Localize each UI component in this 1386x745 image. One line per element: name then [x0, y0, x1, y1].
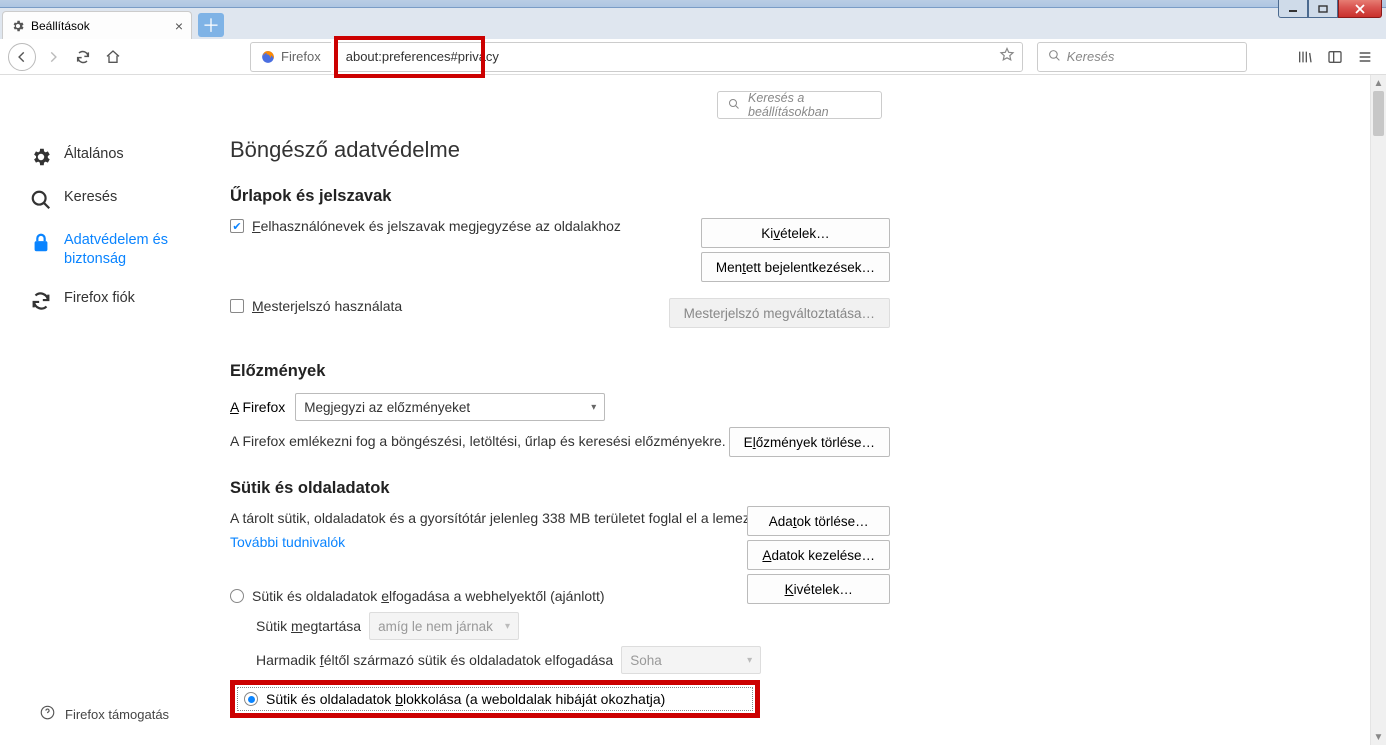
tab-close-icon[interactable]: ×	[175, 18, 183, 34]
page-title: Böngésző adatvédelme	[230, 137, 890, 163]
checkbox-checked-icon: ✔	[230, 219, 244, 233]
gear-icon	[30, 146, 52, 168]
gear-icon	[11, 19, 25, 33]
section-heading-cookies: Sütik és oldaladatok	[230, 479, 890, 498]
block-cookies-label: Sütik és oldaladatok blokkolása (a webol…	[266, 691, 665, 707]
url-text: about:preferences#privacy	[346, 49, 499, 64]
tab-preferences[interactable]: Beállítások ×	[2, 11, 192, 39]
scroll-down-icon[interactable]: ▼	[1371, 729, 1386, 745]
nav-toolbar: Firefox about:preferences#privacy Keresé…	[0, 39, 1386, 75]
sidebar-item-privacy[interactable]: Adatvédelem és biztonság	[30, 221, 220, 279]
chevron-down-icon: ▾	[591, 402, 596, 413]
cookies-exceptions-button[interactable]: Kivételek…	[747, 574, 890, 604]
manage-data-button[interactable]: Adatok kezelése…	[747, 540, 890, 570]
content-area: Általános Keresés Adatvédelem és biztons…	[0, 75, 1386, 745]
forward-button[interactable]	[40, 44, 66, 70]
clear-data-button[interactable]: Adatok törlése…	[747, 506, 890, 536]
tab-strip: Beállítások × ＋	[0, 8, 1386, 39]
sidebar-item-label: Keresés	[64, 188, 117, 207]
accept-cookies-label: Sütik és oldaladatok elfogadása a webhel…	[252, 588, 605, 604]
remember-logins-label: Felhasználónevek és jelszavak megjegyzés…	[252, 218, 621, 234]
third-party-value: Soha	[630, 653, 662, 668]
support-label: Firefox támogatás	[65, 707, 169, 722]
chevron-down-icon: ▾	[505, 621, 510, 632]
reload-button[interactable]	[70, 44, 96, 70]
window-maximize-button[interactable]	[1308, 0, 1338, 18]
search-bar[interactable]: Keresés	[1037, 42, 1247, 72]
master-password-label: Mesterjelszó használata	[252, 298, 402, 314]
tab-label: Beállítások	[31, 19, 169, 33]
new-tab-button[interactable]: ＋	[198, 13, 224, 37]
chevron-down-icon: ▾	[747, 655, 752, 666]
home-button[interactable]	[100, 44, 126, 70]
keep-cookies-label: Sütik megtartása	[256, 618, 361, 634]
keep-cookies-value: amíg le nem járnak	[378, 619, 493, 634]
sidebar-item-general[interactable]: Általános	[30, 135, 220, 178]
scrollbar-thumb[interactable]	[1373, 91, 1384, 136]
firefox-icon	[261, 50, 275, 64]
sidebar-toggle-button[interactable]	[1322, 44, 1348, 70]
sidebar-item-label: Firefox fiók	[64, 289, 135, 308]
change-master-password-button: Mesterjelszó megváltoztatása…	[669, 298, 890, 328]
section-heading-history: Előzmények	[230, 362, 890, 381]
page-scrollbar[interactable]: ▲ ▼	[1370, 75, 1386, 745]
window-titlebar	[0, 0, 1386, 8]
lock-icon	[30, 232, 52, 254]
library-button[interactable]	[1292, 44, 1318, 70]
checkbox-unchecked-icon	[230, 299, 244, 313]
history-prefix: A Firefox	[230, 399, 285, 415]
support-link[interactable]: Firefox támogatás	[40, 705, 169, 723]
identity-box[interactable]: Firefox	[250, 42, 331, 72]
identity-label: Firefox	[281, 49, 321, 64]
sidebar-item-label: Általános	[64, 145, 124, 164]
third-party-select: Soha ▾	[621, 646, 761, 674]
search-icon	[728, 98, 740, 113]
keep-cookies-select: amíg le nem járnak ▾	[369, 612, 519, 640]
history-mode-value: Megjegyzi az előzményeket	[304, 400, 470, 415]
preferences-sidebar: Általános Keresés Adatvédelem és biztons…	[0, 75, 220, 745]
window-buttons	[1278, 0, 1382, 18]
bookmark-star-icon[interactable]	[999, 46, 1015, 67]
app-menu-button[interactable]	[1352, 44, 1378, 70]
third-party-label: Harmadik féltől származó sütik és oldala…	[256, 652, 613, 668]
saved-logins-button[interactable]: Mentett bejelentkezések…	[701, 252, 890, 282]
radio-checked-icon	[244, 692, 258, 706]
passwords-exceptions-button[interactable]: Kivételek…	[701, 218, 890, 248]
scroll-up-icon[interactable]: ▲	[1371, 75, 1386, 91]
search-placeholder: Keresés	[1067, 49, 1115, 64]
annotation-highlight-block-cookies: Sütik és oldaladatok blokkolása (a webol…	[230, 680, 760, 718]
clear-history-button[interactable]: Előzmények törlése…	[729, 427, 890, 457]
history-mode-select[interactable]: Megjegyzi az előzményeket ▾	[295, 393, 605, 421]
sidebar-item-label: Adatvédelem és biztonság	[64, 231, 220, 269]
section-heading-forms: Űrlapok és jelszavak	[230, 187, 890, 206]
search-icon	[1048, 49, 1061, 65]
back-button[interactable]	[8, 43, 36, 71]
window-close-button[interactable]	[1338, 0, 1382, 18]
settings-search-input[interactable]: Keresés a beállításokban	[717, 91, 882, 119]
radio-unchecked-icon	[230, 589, 244, 603]
sync-icon	[30, 290, 52, 312]
preferences-main: Keresés a beállításokban Böngésző adatvé…	[220, 75, 1386, 745]
url-bar[interactable]: about:preferences#privacy	[335, 42, 1023, 72]
help-icon	[40, 705, 55, 723]
cookies-learn-more-link[interactable]: További tudnivalók	[230, 534, 345, 550]
block-cookies-radio-row[interactable]: Sütik és oldaladatok blokkolása (a webol…	[237, 687, 753, 711]
sidebar-item-sync[interactable]: Firefox fiók	[30, 279, 220, 322]
sidebar-item-search[interactable]: Keresés	[30, 178, 220, 221]
settings-search-placeholder: Keresés a beállításokban	[748, 91, 871, 119]
window-minimize-button[interactable]	[1278, 0, 1308, 18]
search-icon	[30, 189, 52, 211]
